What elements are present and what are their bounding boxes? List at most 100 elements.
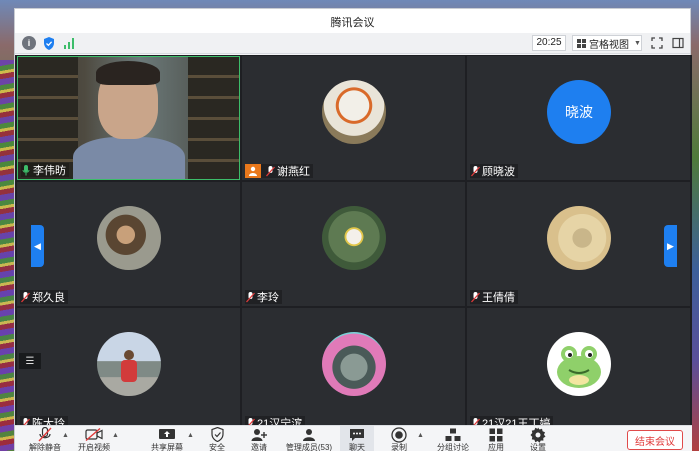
end-meeting-button[interactable]: 结束会议 xyxy=(627,430,683,450)
participant-name-tag: 郑久良 xyxy=(20,290,68,304)
record-icon xyxy=(391,426,407,443)
signal-icon[interactable] xyxy=(62,36,76,50)
chevron-up-icon[interactable]: ▲ xyxy=(62,432,69,439)
unmute-button[interactable]: 解除静音 xyxy=(25,426,65,451)
participant-text-avatar: 晓波 xyxy=(547,80,611,144)
participant-tile[interactable]: 21汉宁滨 xyxy=(242,308,465,432)
window-title: 腾讯会议 xyxy=(330,17,375,29)
participant-name-tag: 李玲 xyxy=(245,290,282,304)
mic-muted-icon xyxy=(265,165,275,177)
participant-tile[interactable]: 晓波 顾晓波 xyxy=(467,56,690,180)
control-label: 开启视频 xyxy=(78,443,110,451)
participant-name-tag: 谢燕红 xyxy=(245,164,313,178)
chat-icon xyxy=(349,426,365,443)
participant-avatar xyxy=(322,332,386,396)
frog-avatar-icon xyxy=(557,346,601,388)
participant-tile[interactable]: 郑久良 xyxy=(17,182,240,306)
start-video-button[interactable]: 开启视频 xyxy=(73,426,115,451)
settings-icon xyxy=(530,426,546,443)
participant-avatar xyxy=(322,206,386,270)
control-label: 录制 xyxy=(391,443,407,451)
info-icon[interactable]: i xyxy=(22,36,36,50)
mic-on-icon xyxy=(21,164,31,176)
person-body xyxy=(73,137,185,179)
meeting-window: 腾讯会议 i 20:25 宫格视图 ▼ 李伟昉 谢燕红 晓波 顾晓波 郑久良 李… xyxy=(14,8,692,451)
title-bar[interactable]: 腾讯会议 xyxy=(15,9,690,33)
manage-members-button[interactable]: 管理成员(53) xyxy=(281,426,337,451)
person-hair xyxy=(96,61,160,85)
breakout-icon xyxy=(445,426,461,443)
control-label: 共享屏幕 xyxy=(151,443,183,451)
control-label: 解除静音 xyxy=(29,443,61,451)
chevron-up-icon[interactable]: ▲ xyxy=(112,432,119,439)
video-grid: 李伟昉 谢燕红 晓波 顾晓波 郑久良 李玲 王倩倩 陈大玲 21汉宁滨 21汉2… xyxy=(15,55,692,432)
participant-tile[interactable]: 李伟昉 xyxy=(17,56,240,180)
control-label: 邀请 xyxy=(251,443,267,451)
bookshelf-right xyxy=(188,57,239,179)
grid-view-icon xyxy=(577,38,586,48)
mic-muted-icon xyxy=(245,291,255,303)
participant-name: 李玲 xyxy=(257,292,279,304)
camera-feed xyxy=(18,57,239,179)
control-label: 设置 xyxy=(530,443,546,451)
sidebar-toggle-icon[interactable] xyxy=(671,36,685,50)
participant-name-tag: 李伟昉 xyxy=(21,163,69,177)
chat-button[interactable]: 聊天 xyxy=(340,426,374,451)
member-list-icon[interactable]: ☰ xyxy=(19,353,41,369)
control-bar: 解除静音 ▲ 开启视频 ▲ 共享屏幕 ▲ 安全 邀请 管理成员(53) 聊天 录… xyxy=(15,425,692,451)
layout-view-dropdown[interactable]: 宫格视图 ▼ xyxy=(572,35,642,51)
participant-name-tag: 王倩倩 xyxy=(470,290,518,304)
invite-button[interactable]: 邀请 xyxy=(241,426,277,451)
child-figure-head xyxy=(124,350,134,360)
participant-avatar xyxy=(322,80,386,144)
participant-tile[interactable]: 王倩倩 xyxy=(467,182,690,306)
camera-off-icon xyxy=(85,426,103,443)
participant-tile[interactable]: 21汉21王丁婷 xyxy=(467,308,690,432)
mic-muted-icon xyxy=(470,165,480,177)
record-button[interactable]: 录制 xyxy=(383,426,415,451)
meeting-toolbar: i 20:25 宫格视图 ▼ xyxy=(15,33,690,54)
share-screen-icon xyxy=(158,426,176,443)
meeting-timer: 20:25 xyxy=(532,35,566,51)
shield-icon[interactable] xyxy=(42,36,56,50)
participant-tile[interactable]: 李玲 xyxy=(242,182,465,306)
participant-tile[interactable]: 谢燕红 xyxy=(242,56,465,180)
participant-name-tag: 顾晓波 xyxy=(470,164,518,178)
participant-avatar xyxy=(97,206,161,270)
prev-page-button[interactable]: ◀ xyxy=(31,225,44,267)
members-icon xyxy=(300,426,318,443)
fullscreen-icon[interactable] xyxy=(650,36,664,50)
invite-icon xyxy=(251,426,267,443)
control-label: 管理成员(53) xyxy=(285,443,333,451)
participant-name: 郑久良 xyxy=(32,292,65,304)
chevron-down-icon: ▼ xyxy=(634,39,641,47)
mic-muted-icon xyxy=(38,426,52,443)
security-button[interactable]: 安全 xyxy=(201,426,233,451)
mic-muted-icon xyxy=(20,291,30,303)
participant-name: 王倩倩 xyxy=(482,292,515,304)
layout-view-label: 宫格视图 xyxy=(589,39,629,51)
host-badge-icon xyxy=(245,164,261,178)
settings-button[interactable]: 设置 xyxy=(523,426,553,451)
participant-name: 谢燕红 xyxy=(277,166,310,178)
chevron-up-icon[interactable]: ▲ xyxy=(417,432,424,439)
apps-button[interactable]: 应用 xyxy=(481,426,511,451)
child-figure-body xyxy=(121,360,137,382)
participant-name: 顾晓波 xyxy=(482,166,515,178)
control-label: 分组讨论 xyxy=(437,443,469,451)
control-label: 聊天 xyxy=(349,443,365,451)
share-screen-button[interactable]: 共享屏幕 xyxy=(147,426,187,451)
control-label: 安全 xyxy=(209,443,225,451)
participant-tile[interactable]: 陈大玲 xyxy=(17,308,240,432)
mic-muted-icon xyxy=(470,291,480,303)
shield-icon xyxy=(210,426,224,443)
breakout-rooms-button[interactable]: 分组讨论 xyxy=(431,426,475,451)
participant-avatar xyxy=(97,332,161,396)
apps-icon xyxy=(489,426,503,443)
next-page-button[interactable]: ▶ xyxy=(664,225,677,267)
participant-avatar xyxy=(547,332,611,396)
participant-name: 李伟昉 xyxy=(33,165,66,177)
chevron-up-icon[interactable]: ▲ xyxy=(187,432,194,439)
participant-avatar xyxy=(547,206,611,270)
control-label: 应用 xyxy=(488,443,504,451)
